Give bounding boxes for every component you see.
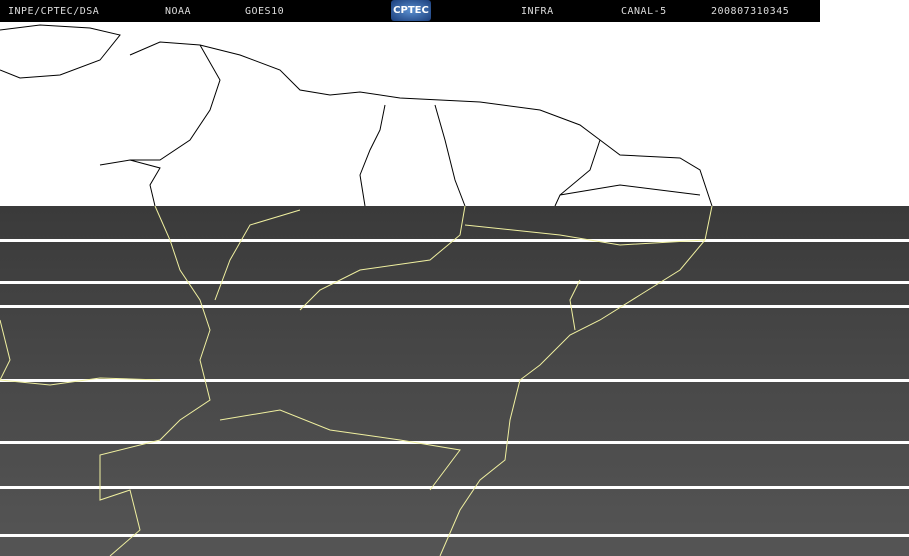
satellite-image: INPE/CPTEC/DSA NOAA GOES10 CPTEC INFRA C… bbox=[0, 0, 909, 556]
borders-white-area bbox=[0, 24, 713, 207]
map-overlay bbox=[0, 24, 713, 556]
borders-ir-area bbox=[0, 205, 713, 556]
